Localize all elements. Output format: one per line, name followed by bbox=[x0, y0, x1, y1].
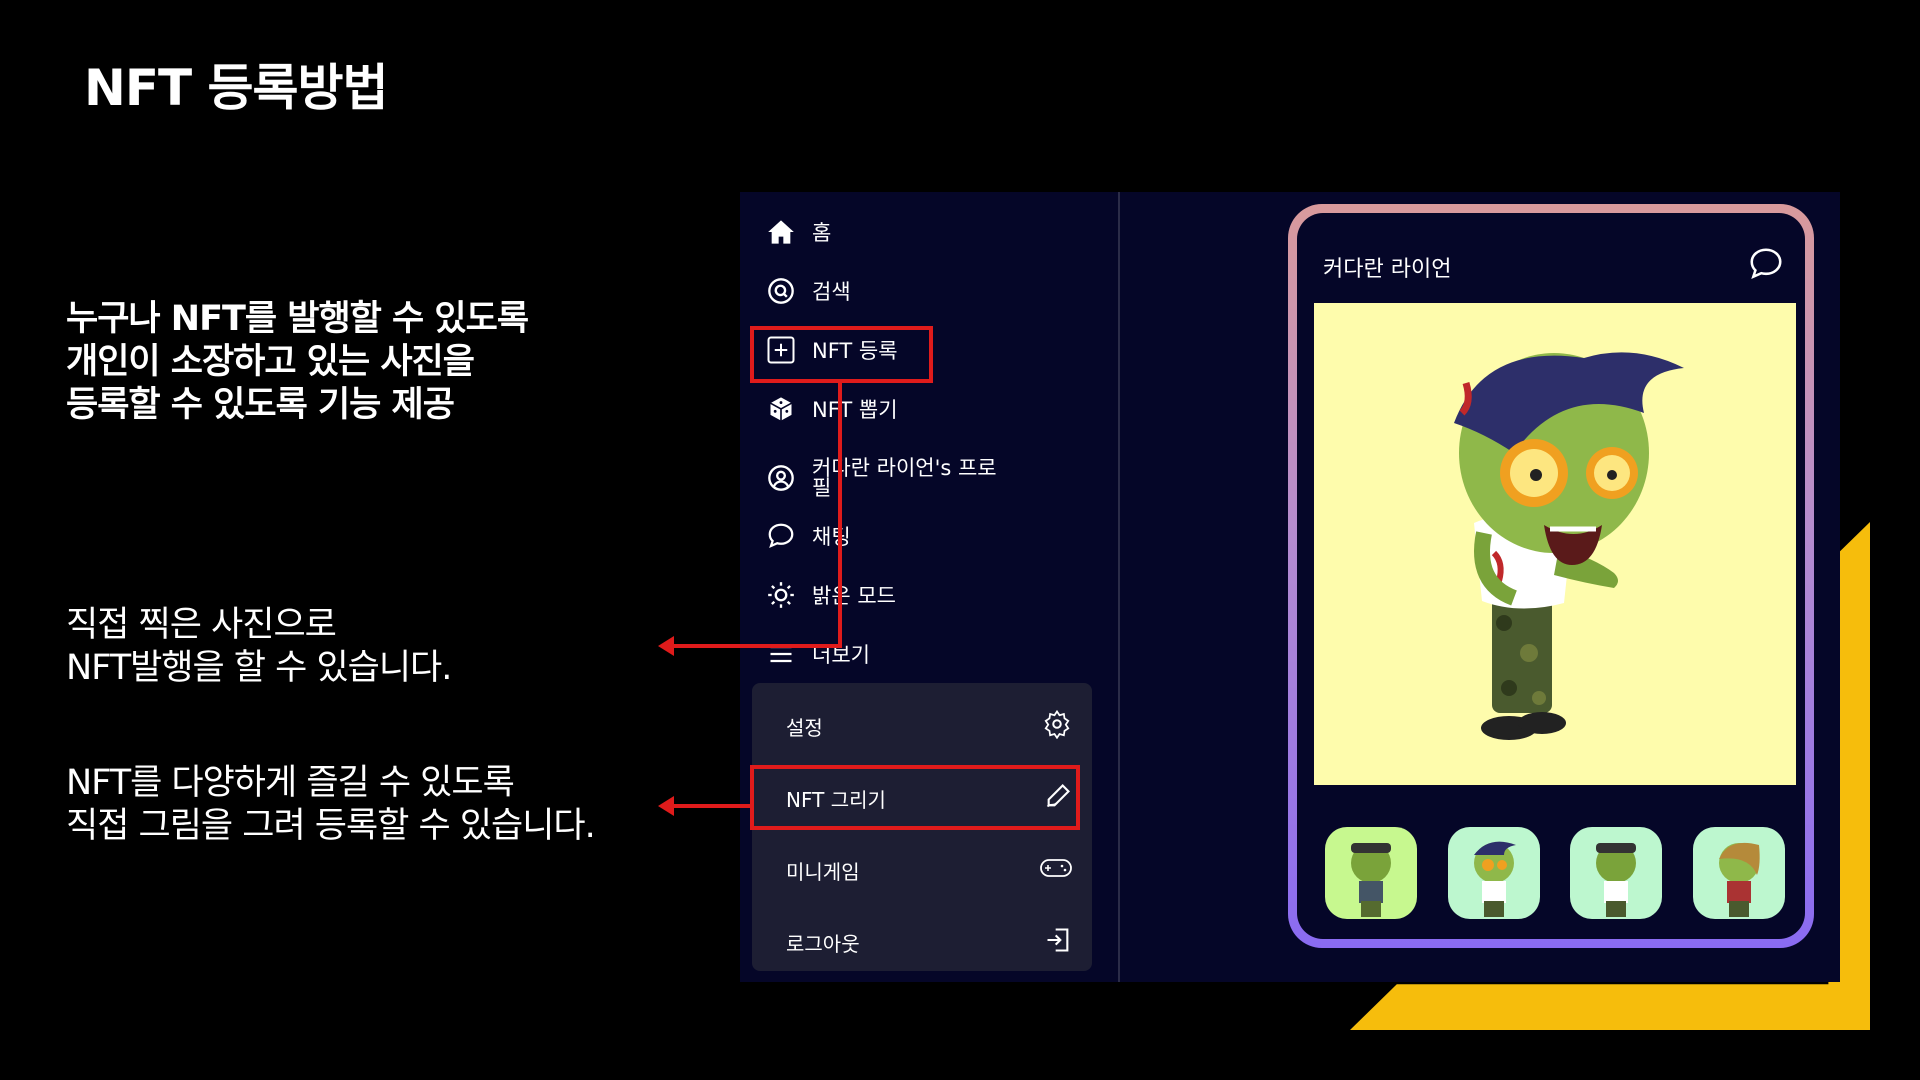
submenu-item-label: 미니게임 bbox=[786, 859, 860, 884]
highlight-nft-register bbox=[750, 326, 933, 383]
sidebar-item-label: 검색 bbox=[812, 280, 851, 304]
note-line: 직접 그림을 그려 등록할 수 있습니다. bbox=[66, 806, 596, 846]
arrow-head-icon bbox=[658, 796, 674, 816]
arrow-head-icon bbox=[658, 636, 674, 656]
card-owner-name: 커다란 라이언 bbox=[1323, 257, 1452, 282]
nft-card: 커다란 라이언 bbox=[1288, 204, 1814, 948]
chat-icon[interactable] bbox=[1747, 245, 1785, 287]
photo-note: 직접 찍은 사진으로 NFT발행을 할 수 있습니다. bbox=[66, 604, 452, 690]
sidebar-item-label: 홈 bbox=[812, 221, 832, 245]
sidebar-item-profile[interactable]: 커다란 라이언's 프로 필 bbox=[766, 448, 997, 508]
lead-line: 누구나 NFT를 발행할 수 있도록 bbox=[66, 299, 529, 339]
gamepad-icon bbox=[1040, 856, 1072, 885]
sidebar-item-more[interactable]: 더보기 bbox=[766, 634, 870, 674]
lead-text: 누구나 NFT를 발행할 수 있도록 개인이 소장하고 있는 사진을 등록할 수… bbox=[66, 298, 529, 427]
nft-card-body: 커다란 라이언 bbox=[1297, 213, 1805, 939]
nft-thumbnail[interactable] bbox=[1570, 827, 1663, 919]
submenu-item-settings[interactable]: 설정 bbox=[752, 697, 1092, 755]
zombie-character-image[interactable] bbox=[1314, 303, 1796, 785]
app-window: 홈 검색 NFT 등록 NFT 뽑기 커다란 라이언's 프로 필 채팅 밝은 … bbox=[740, 192, 1840, 982]
sidebar-item-label: 채팅 bbox=[812, 525, 851, 549]
lead-line: 개인이 소장하고 있는 사진을 bbox=[66, 342, 475, 382]
chat-icon bbox=[766, 521, 796, 551]
sidebar: 홈 검색 NFT 등록 NFT 뽑기 커다란 라이언's 프로 필 채팅 밝은 … bbox=[740, 192, 1120, 982]
sidebar-item-light-mode[interactable]: 밝은 모드 bbox=[766, 575, 896, 615]
connector-line bbox=[672, 644, 842, 648]
highlight-nft-draw bbox=[750, 765, 1080, 830]
sun-icon bbox=[766, 580, 796, 610]
home-icon bbox=[766, 217, 796, 247]
sidebar-item-search[interactable]: 검색 bbox=[766, 271, 851, 311]
nft-thumbnail[interactable] bbox=[1325, 827, 1417, 919]
note-line: 직접 찍은 사진으로 bbox=[66, 605, 337, 645]
logout-icon bbox=[1044, 926, 1072, 959]
nft-thumbnail-list bbox=[1325, 827, 1785, 919]
user-icon bbox=[766, 463, 796, 493]
search-icon bbox=[766, 276, 796, 306]
connector-line bbox=[838, 383, 842, 648]
sidebar-item-label: 밝은 모드 bbox=[812, 584, 896, 608]
dice-icon bbox=[766, 394, 796, 424]
nft-thumbnail[interactable] bbox=[1692, 827, 1785, 919]
submenu-item-label: 설정 bbox=[786, 715, 823, 740]
note-line: NFT를 다양하게 즐길 수 있도록 bbox=[66, 763, 515, 803]
connector-line bbox=[672, 804, 750, 808]
lead-line: 등록할 수 있도록 기능 제공 bbox=[66, 385, 455, 425]
sidebar-item-home[interactable]: 홈 bbox=[766, 212, 831, 252]
drawing-note: NFT를 다양하게 즐길 수 있도록 직접 그림을 그려 등록할 수 있습니다. bbox=[66, 762, 596, 848]
submenu-item-logout[interactable]: 로그아웃 bbox=[752, 913, 1092, 971]
nft-thumbnail[interactable] bbox=[1447, 827, 1540, 919]
submenu-item-minigame[interactable]: 미니게임 bbox=[752, 841, 1092, 899]
slide-title: NFT 등록방법 bbox=[84, 59, 389, 117]
gear-icon bbox=[1042, 709, 1072, 744]
sidebar-item-nft-draw-lottery[interactable]: NFT 뽑기 bbox=[766, 389, 898, 429]
submenu-item-label: 로그아웃 bbox=[786, 931, 860, 956]
note-line: NFT발행을 할 수 있습니다. bbox=[66, 648, 452, 688]
sidebar-item-label: NFT 뽑기 bbox=[812, 398, 898, 422]
